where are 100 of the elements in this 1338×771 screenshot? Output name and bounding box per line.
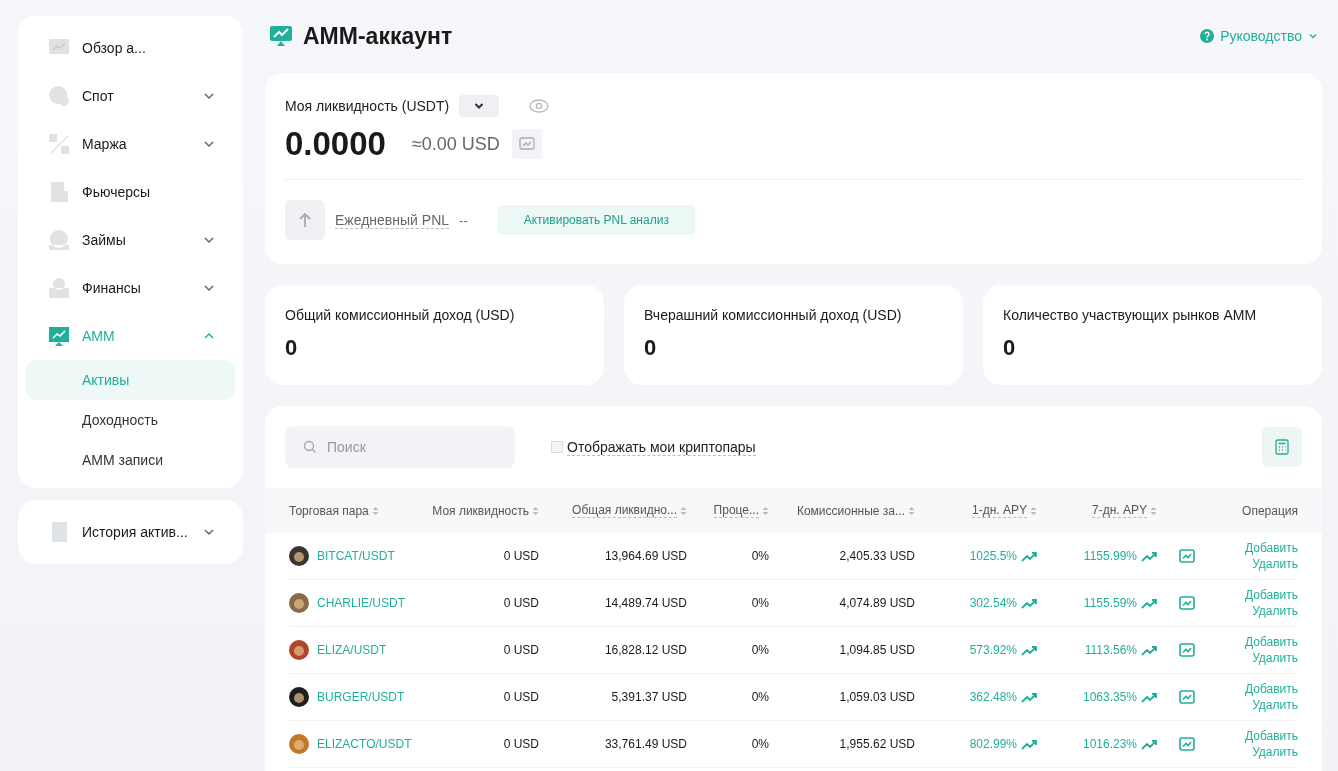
add-link[interactable]: Добавить	[1244, 682, 1298, 696]
chevron-down-icon	[203, 526, 215, 538]
chart-icon[interactable]	[1179, 596, 1195, 610]
stat-value: 0	[285, 335, 299, 361]
sidebar-item[interactable]: Обзор а...	[26, 24, 235, 72]
table-cell-text: 0%	[750, 643, 769, 657]
arrow-up-icon	[298, 212, 312, 228]
column-header[interactable]: Комиссионные за...	[769, 503, 915, 518]
guide-link[interactable]: Руководство	[1200, 28, 1318, 44]
chevron-down-icon	[203, 282, 215, 294]
chart-icon[interactable]	[1179, 549, 1195, 563]
currency-dropdown[interactable]	[459, 95, 500, 117]
table-cell-text: 0 USD	[502, 549, 539, 563]
pair-link[interactable]: BITCAT/USDT	[317, 549, 395, 563]
column-header[interactable]: Операция	[1217, 503, 1298, 518]
sort-icon	[762, 505, 769, 516]
chart-icon[interactable]	[1179, 643, 1195, 657]
sort-icon	[1030, 505, 1037, 516]
chevron-down-icon	[203, 138, 215, 150]
sidebar-subitem[interactable]: Доходность	[26, 400, 235, 440]
table-cell-text: 0 USD	[502, 737, 539, 751]
sidebar-subitem[interactable]: Активы	[26, 360, 235, 400]
apy-value: 1155.59%	[1083, 596, 1137, 610]
column-header[interactable]: Общая ликвидно...	[539, 503, 687, 518]
column-header[interactable]: 7-дн. APY	[1037, 503, 1157, 518]
sidebar-item[interactable]: Маржа	[26, 120, 235, 168]
add-link[interactable]: Добавить	[1244, 588, 1298, 602]
checkbox[interactable]	[551, 441, 563, 453]
calculator-button[interactable]	[1262, 427, 1302, 467]
table-cell-text: 0%	[750, 549, 769, 563]
liquidity-label: Моя ликвидность (USDT)	[285, 98, 450, 114]
column-header[interactable]: Торговая пара	[289, 503, 421, 518]
sidebar-item[interactable]: Займы	[26, 216, 235, 264]
trend-up-icon	[1141, 644, 1157, 656]
remove-link[interactable]: Удалить	[1252, 698, 1298, 712]
stat-value: 0	[644, 335, 658, 361]
remove-link[interactable]: Удалить	[1252, 651, 1298, 665]
trend-up-icon	[1021, 644, 1037, 656]
trend-up-icon	[1141, 738, 1157, 750]
remove-link[interactable]: Удалить	[1252, 604, 1298, 618]
chevron-down-icon	[203, 234, 215, 246]
apy-value: 1016.23%	[1082, 737, 1137, 751]
remove-link[interactable]: Удалить	[1252, 557, 1298, 571]
liquidity-value: 0.0000	[285, 125, 386, 163]
chevron-down-icon	[1308, 31, 1318, 41]
chart-icon[interactable]	[1179, 690, 1195, 704]
apy-value: 802.99%	[969, 737, 1017, 751]
chart-icon[interactable]	[1179, 737, 1195, 751]
stat-label: Общий комиссионный доход (USD)	[285, 307, 516, 323]
search-field[interactable]: Поиск	[285, 426, 515, 468]
pair-link[interactable]: BURGER/USDT	[317, 690, 405, 704]
table-cell-text: 0 USD	[502, 690, 539, 704]
sidebar-item[interactable]: Финансы	[26, 264, 235, 312]
trend-up-icon	[1021, 691, 1037, 703]
activate-pnl-button[interactable]: Активировать PNL анализ	[497, 205, 695, 235]
pair-link[interactable]: CHARLIE/USDT	[317, 596, 405, 610]
trend-up-icon	[1021, 597, 1037, 609]
table-cell-text: 4,074.89 USD	[838, 596, 915, 610]
sidebar-item[interactable]: Фьючерсы	[26, 168, 235, 216]
remove-link[interactable]: Удалить	[1252, 745, 1298, 759]
table-cell-text: 5,391.37 USD	[610, 690, 687, 704]
trend-up-icon	[1141, 691, 1157, 703]
liquidity-usd: ≈0.00 USD	[411, 133, 500, 155]
apy-value: 1113.56%	[1084, 643, 1137, 657]
pair-link[interactable]: ELIZACTO/USDT	[317, 737, 412, 751]
table-cell-text: 16,828.12 USD	[603, 643, 687, 657]
table-cell-text: 1,059.03 USD	[838, 690, 915, 704]
table-cell-text: 0%	[750, 737, 769, 751]
chart-button[interactable]	[511, 129, 542, 159]
eye-icon[interactable]	[529, 99, 550, 113]
table-cell-text: 0 USD	[502, 643, 539, 657]
pair-link[interactable]: ELIZA/USDT	[317, 643, 387, 657]
column-header[interactable]: 1-дн. APY	[915, 503, 1037, 518]
page-title: AMM-аккаунт	[303, 22, 453, 50]
chart-icon	[518, 137, 535, 151]
table-cell-text: 33,761.49 USD	[603, 737, 687, 751]
apy-value: 302.54%	[969, 596, 1017, 610]
add-link[interactable]: Добавить	[1244, 541, 1298, 555]
trend-up-icon	[1141, 597, 1157, 609]
calculator-icon	[1275, 439, 1289, 455]
table-cell-text: 13,964.69 USD	[603, 549, 687, 563]
stat-value: 0	[1003, 335, 1017, 361]
stat-label: Количество участвующих рынков AMM	[1003, 307, 1258, 323]
table-cell-text: 0%	[750, 596, 769, 610]
filter-label[interactable]: Отображать мои криптопары	[567, 438, 756, 456]
sidebar-item[interactable]: AMM	[26, 312, 235, 360]
add-link[interactable]: Добавить	[1244, 635, 1298, 649]
arrow-up-button[interactable]	[285, 200, 325, 240]
apy-value: 362.48%	[969, 690, 1017, 704]
apy-value: 1025.5%	[969, 549, 1017, 563]
column-header[interactable]: Проце...	[687, 503, 769, 518]
apy-value: 573.92%	[969, 643, 1017, 657]
pnl-label: Ежедневный PNL	[335, 211, 450, 229]
sidebar-item[interactable]: Спот	[26, 72, 235, 120]
sidebar-subitem[interactable]: AMM записи	[26, 440, 235, 480]
apy-value: 1155.99%	[1083, 549, 1137, 563]
sort-icon	[532, 505, 539, 516]
add-link[interactable]: Добавить	[1244, 729, 1298, 743]
apy-value: 1063.35%	[1082, 690, 1137, 704]
column-header[interactable]: Моя ликвидность	[421, 503, 539, 518]
